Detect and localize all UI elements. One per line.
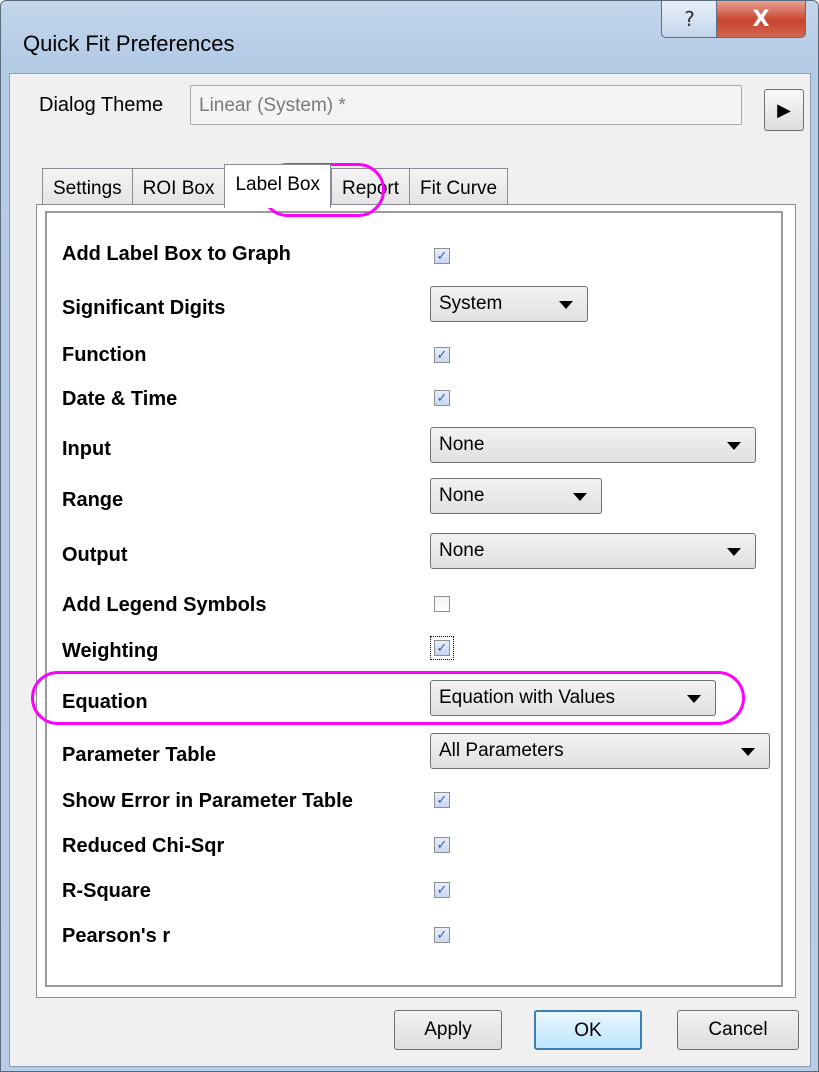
close-icon: X <box>752 6 770 32</box>
quick-fit-preferences-dialog: Quick Fit Preferences ? X Dialog Theme L… <box>0 0 819 1072</box>
help-icon: ? <box>684 7 695 31</box>
legend-symbols-label: Add Legend Symbols <box>62 594 267 616</box>
weighting-label: Weighting <box>62 640 159 662</box>
check-icon: ✓ <box>436 882 448 898</box>
date-time-label: Date & Time <box>62 388 178 410</box>
r-square-label: R-Square <box>62 880 151 902</box>
tab-label-box[interactable]: Label Box <box>224 164 331 208</box>
cancel-button[interactable]: Cancel <box>677 1010 799 1050</box>
show-error-label: Show Error in Parameter Table <box>62 790 353 812</box>
help-button[interactable]: ? <box>661 1 718 38</box>
equation-value: Equation with Values <box>439 687 616 708</box>
tab-report[interactable]: Report <box>330 168 410 206</box>
input-value: None <box>439 434 485 455</box>
parameter-table-label: Parameter Table <box>62 744 217 766</box>
r-square-checkbox[interactable]: ✓ <box>434 882 450 898</box>
chevron-down-icon <box>573 493 587 501</box>
ok-button[interactable]: OK <box>534 1010 642 1050</box>
legend-symbols-checkbox[interactable] <box>434 596 450 612</box>
date-time-checkbox[interactable]: ✓ <box>434 390 450 406</box>
weighting-checkbox[interactable]: ✓ <box>434 640 450 656</box>
tab-settings[interactable]: Settings <box>42 168 132 206</box>
dialog-theme-input[interactable]: Linear (System) * <box>190 85 742 125</box>
significant-digits-label: Significant Digits <box>62 297 226 319</box>
parameter-table-select[interactable]: All Parameters <box>430 733 770 769</box>
show-error-checkbox[interactable]: ✓ <box>434 792 450 808</box>
chevron-down-icon <box>727 548 741 556</box>
chevron-down-icon <box>687 695 701 703</box>
window-title: Quick Fit Preferences <box>23 31 235 56</box>
chevron-down-icon <box>559 301 573 309</box>
close-button[interactable]: X <box>716 1 806 38</box>
check-icon: ✓ <box>436 347 448 363</box>
check-icon: ✓ <box>436 792 448 808</box>
input-select[interactable]: None <box>430 427 756 463</box>
check-icon: ✓ <box>436 248 448 264</box>
check-icon: ✓ <box>436 837 448 853</box>
tab-fit-curve[interactable]: Fit Curve <box>409 168 509 206</box>
chevron-down-icon <box>727 442 741 450</box>
add-label-box-label: Add Label Box to Graph <box>62 243 291 265</box>
function-label: Function <box>62 344 147 366</box>
apply-button[interactable]: Apply <box>394 1010 502 1050</box>
pearson-checkbox[interactable]: ✓ <box>434 927 450 943</box>
equation-label: Equation <box>62 691 148 713</box>
check-icon: ✓ <box>436 927 448 943</box>
add-label-box-checkbox[interactable]: ✓ <box>434 248 450 264</box>
input-label: Input <box>62 438 111 460</box>
check-icon: ✓ <box>436 640 448 656</box>
tab-roi-box[interactable]: ROI Box <box>131 168 225 206</box>
parameter-table-value: All Parameters <box>439 740 564 761</box>
output-label: Output <box>62 544 128 566</box>
range-value: None <box>439 485 485 506</box>
equation-select[interactable]: Equation with Values <box>430 680 716 716</box>
dialog-theme-label: Dialog Theme <box>39 94 164 116</box>
reduced-chi-checkbox[interactable]: ✓ <box>434 837 450 853</box>
tab-bar: Settings ROI Box Label Box Report Fit Cu… <box>42 164 509 208</box>
range-label: Range <box>62 489 124 511</box>
theme-menu-button[interactable]: ▶ <box>764 89 804 131</box>
output-select[interactable]: None <box>430 533 756 569</box>
output-value: None <box>439 540 485 561</box>
dialog-body: Dialog Theme Linear (System) * ▶ Setting… <box>9 73 811 1067</box>
check-icon: ✓ <box>436 390 448 406</box>
reduced-chi-label: Reduced Chi-Sqr <box>62 835 225 857</box>
significant-digits-select[interactable]: System <box>430 286 588 322</box>
chevron-down-icon <box>741 748 755 756</box>
significant-digits-value: System <box>439 293 503 314</box>
triangle-right-icon: ▶ <box>777 99 791 120</box>
range-select[interactable]: None <box>430 478 602 514</box>
pearson-label: Pearson's r <box>62 925 171 947</box>
function-checkbox[interactable]: ✓ <box>434 347 450 363</box>
